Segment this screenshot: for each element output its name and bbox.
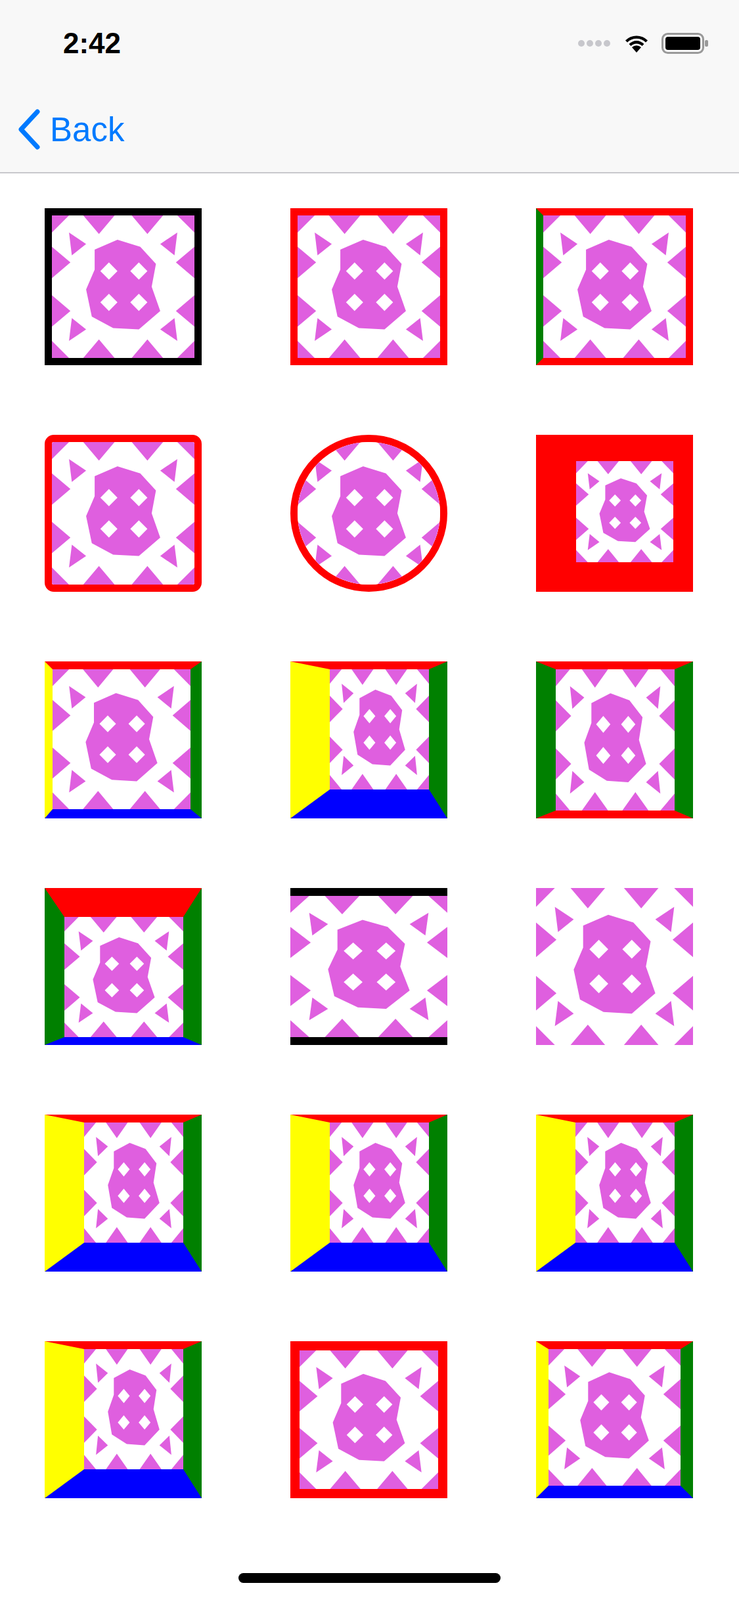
pattern-image-icon (548, 1349, 681, 1486)
bordered-image (290, 434, 448, 592)
bordered-image (44, 1114, 202, 1272)
back-label: Back (49, 110, 125, 150)
pattern-image-icon (51, 442, 195, 585)
bordered-image (44, 888, 202, 1046)
pattern-image-icon (297, 215, 441, 359)
bordered-image (536, 208, 694, 366)
bordered-image (290, 888, 448, 1046)
bordered-image (536, 661, 694, 819)
bordered-image (290, 1341, 448, 1499)
status-bar: 2:42 (0, 0, 739, 87)
bordered-image (44, 434, 202, 592)
chevron-left-icon (17, 109, 41, 150)
pattern-image-icon (329, 669, 429, 790)
pattern-image-icon (543, 215, 686, 359)
bordered-image (44, 1341, 202, 1499)
bordered-image (536, 888, 694, 1046)
bordered-image (290, 661, 448, 819)
pattern-image-icon (84, 1349, 184, 1470)
pattern-image-icon (299, 1350, 439, 1490)
bordered-image (290, 208, 448, 366)
bordered-image (536, 1114, 694, 1272)
wifi-icon (623, 33, 650, 54)
pattern-image-icon (290, 895, 448, 1038)
pattern-image-icon (84, 1122, 184, 1243)
image-grid (0, 173, 739, 1499)
signal-icon (577, 39, 612, 48)
bordered-image (536, 1341, 694, 1499)
pattern-image-icon (52, 669, 191, 810)
bordered-image (536, 434, 694, 592)
home-indicator (238, 1573, 501, 1584)
pattern-image-icon (297, 442, 441, 585)
battery-icon (661, 32, 709, 54)
back-button[interactable]: Back (17, 109, 125, 150)
pattern-image-icon (575, 1122, 675, 1243)
pattern-image-icon (329, 1122, 429, 1243)
pattern-image-icon (536, 888, 694, 1046)
pattern-image-icon (555, 669, 675, 811)
status-time: 2:42 (63, 26, 121, 60)
pattern-image-icon (64, 917, 184, 1038)
nav-bar: Back (0, 86, 739, 174)
pattern-image-icon (576, 461, 674, 563)
bordered-image (44, 208, 202, 366)
status-icons (577, 32, 709, 54)
bordered-image (290, 1114, 448, 1272)
screen: 2:42 Back (0, 0, 739, 1600)
pattern-image-icon (51, 215, 195, 359)
bordered-image (44, 661, 202, 819)
